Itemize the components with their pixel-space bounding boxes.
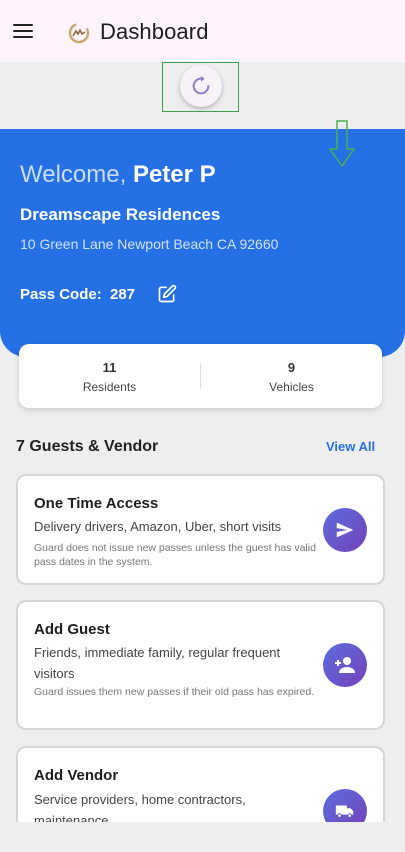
card-note: Guard does not issue new passes unless t… <box>34 542 316 568</box>
vehicles-label: Vehicles <box>269 380 314 394</box>
add-guest-button[interactable] <box>323 643 367 687</box>
app-bar: Dashboard <box>0 0 405 62</box>
add-guest-card[interactable]: Add Guest Friends, immediate family, reg… <box>16 600 385 730</box>
view-all-link[interactable]: View All <box>326 439 375 454</box>
welcome-text: Welcome, Peter P <box>20 161 216 189</box>
vehicles-count: 9 <box>287 360 296 375</box>
residents-stat[interactable]: 11 Residents <box>19 344 200 408</box>
send-icon <box>336 522 354 538</box>
community-logo-icon <box>68 22 90 44</box>
pass-code-value: 287 <box>110 286 136 303</box>
page-title: Dashboard <box>100 19 209 44</box>
card-title: One Time Access <box>34 495 159 512</box>
edit-icon[interactable] <box>157 284 177 304</box>
guests-section-title: 7 Guests & Vendor <box>16 438 159 455</box>
community-address: 10 Green Lane Newport Beach CA 92660 <box>20 236 279 252</box>
vehicles-stat[interactable]: 9 Vehicles <box>201 344 382 408</box>
stats-card: 11 Residents 9 Vehicles <box>19 344 382 408</box>
menu-icon[interactable] <box>12 22 34 40</box>
community-name: Dreamscape Residences <box>20 205 221 224</box>
card-description: Delivery drivers, Amazon, Uber, short vi… <box>34 519 282 534</box>
user-name: Peter P <box>132 161 216 188</box>
residents-count: 11 <box>102 360 117 375</box>
refresh-icon <box>192 75 210 95</box>
card-title: Add Guest <box>34 621 110 638</box>
welcome-prefix: Welcome, <box>20 161 127 188</box>
residents-label: Residents <box>82 380 137 394</box>
bottom-bar <box>0 822 405 852</box>
scroll-down-arrow-icon <box>329 120 355 168</box>
card-note: Guard issues them new passes if their ol… <box>34 686 315 698</box>
add-person-icon <box>335 657 355 673</box>
send-pass-button[interactable] <box>323 508 367 552</box>
one-time-access-card[interactable]: One Time Access Delivery drivers, Amazon… <box>16 474 385 585</box>
truck-icon <box>335 805 354 818</box>
card-title: Add Vendor <box>34 767 119 784</box>
pass-code-label: Pass Code: <box>20 286 102 303</box>
card-description: Friends, immediate family, regular frequ… <box>34 645 281 681</box>
refresh-button[interactable] <box>180 65 222 107</box>
